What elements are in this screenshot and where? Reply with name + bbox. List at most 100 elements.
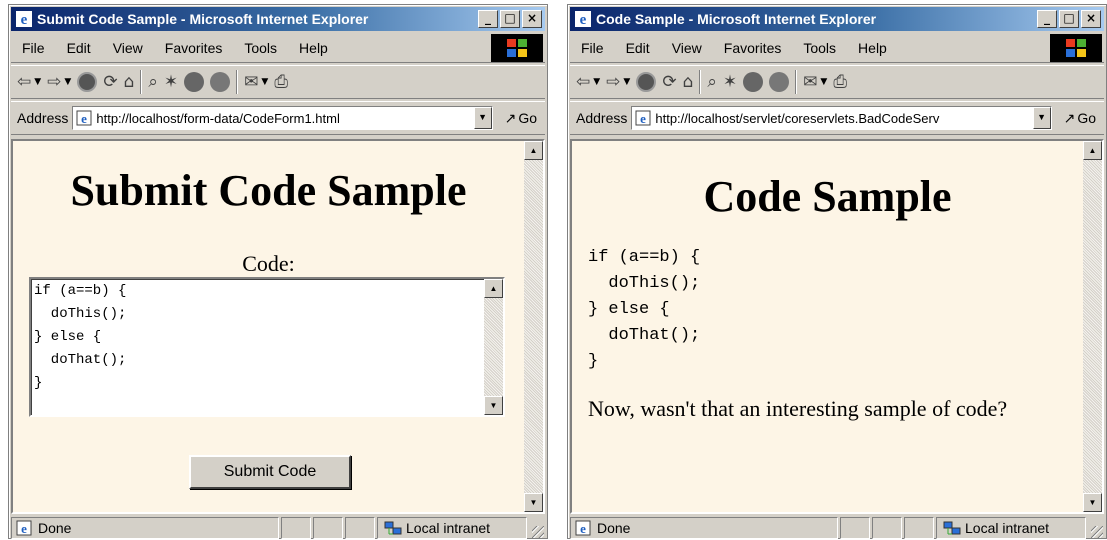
favorites-icon[interactable]: ✶ (164, 72, 178, 92)
stop-icon[interactable] (636, 72, 657, 92)
zone-text: Local intranet (406, 520, 491, 536)
page-icon: e (76, 110, 92, 126)
title-bar[interactable]: e Submit Code Sample - Microsoft Interne… (11, 7, 545, 31)
stop-icon[interactable] (77, 72, 98, 92)
scroll-up-icon[interactable]: ▲ (1083, 141, 1102, 160)
page-content: Code Sample if (a==b) { doThis(); } else… (570, 139, 1104, 514)
address-input[interactable]: e http://localhost/form-data/CodeForm1.h… (72, 106, 493, 130)
menu-tools[interactable]: Tools (233, 40, 288, 56)
go-arrow-icon: ↗ (504, 109, 517, 126)
go-label: Go (518, 110, 537, 126)
home-icon[interactable]: ⌂ (124, 72, 135, 92)
go-button[interactable]: ↗ Go (505, 110, 537, 127)
go-label: Go (1077, 110, 1096, 126)
local-intranet-icon (943, 521, 961, 535)
search-icon[interactable]: ⌕ (707, 72, 717, 92)
page-heading: Submit Code Sample (70, 166, 467, 215)
ie-logo-icon: e (16, 11, 32, 28)
menu-edit[interactable]: Edit (56, 40, 102, 56)
submit-code-button[interactable]: Submit Code (189, 455, 351, 489)
menu-file[interactable]: File (11, 40, 56, 56)
title-bar[interactable]: e Code Sample - Microsoft Internet Explo… (570, 7, 1104, 31)
close-button[interactable]: × (522, 10, 542, 28)
code-textarea[interactable]: if (a==b) { doThis(); } else { doThat();… (29, 277, 505, 417)
refresh-icon[interactable]: ⟳ (662, 72, 676, 92)
windows-logo-icon (1050, 33, 1102, 62)
page-heading: Code Sample (703, 172, 952, 221)
status-bar: e Done Local intranet (11, 516, 545, 540)
menu-view[interactable]: View (102, 40, 154, 56)
resize-grip-icon[interactable] (1088, 517, 1104, 539)
go-button[interactable]: ↗ Go (1064, 110, 1096, 127)
address-dropdown-icon[interactable]: ▼ (473, 107, 492, 129)
page-scrollbar[interactable]: ▲ ▼ (1083, 141, 1102, 512)
scroll-up-icon[interactable]: ▲ (484, 279, 503, 298)
status-pane (840, 517, 870, 539)
scroll-down-icon[interactable]: ▼ (484, 396, 503, 415)
address-dropdown-icon[interactable]: ▼ (1032, 107, 1051, 129)
page-done-icon: e (16, 520, 32, 536)
status-pane (281, 517, 311, 539)
forward-icon[interactable]: ⇨ ▼ (47, 72, 71, 92)
address-input[interactable]: e http://localhost/servlet/coreservlets.… (631, 106, 1052, 130)
menu-tools[interactable]: Tools (792, 40, 847, 56)
menu-help[interactable]: Help (847, 40, 898, 56)
status-pane (345, 517, 375, 539)
textarea-scrollbar[interactable]: ▲ ▼ (484, 279, 503, 415)
toolbar-separator (699, 70, 702, 94)
code-text: if (a==b) { doThis(); } else { doThat();… (588, 248, 701, 371)
svg-text:e: e (21, 521, 27, 536)
menu-bar: File Edit View Favorites Tools Help (570, 33, 1104, 63)
minimize-button[interactable]: _ (478, 10, 498, 28)
browser-window-left: e Submit Code Sample - Microsoft Interne… (8, 4, 548, 539)
window-title: Code Sample - Microsoft Internet Explore… (596, 11, 877, 27)
print-icon[interactable]: ⎙ (833, 72, 847, 92)
page-scrollbar[interactable]: ▲ ▼ (524, 141, 543, 512)
scroll-down-icon[interactable]: ▼ (524, 493, 543, 512)
history-icon[interactable] (210, 72, 231, 92)
maximize-button[interactable]: □ (500, 10, 520, 28)
print-icon[interactable]: ⎙ (274, 72, 288, 92)
back-icon[interactable]: ⇦ ▼ (576, 72, 600, 92)
close-button[interactable]: × (1081, 10, 1101, 28)
address-url[interactable]: http://localhost/form-data/CodeForm1.htm… (96, 111, 473, 126)
minimize-button[interactable]: _ (1037, 10, 1057, 28)
status-pane (313, 517, 343, 539)
scroll-down-icon[interactable]: ▼ (1083, 493, 1102, 512)
favorites-icon[interactable]: ✶ (723, 72, 737, 92)
window-title: Submit Code Sample - Microsoft Internet … (37, 11, 369, 27)
mail-icon[interactable]: ✉ ▼ (244, 72, 268, 92)
status-pane (872, 517, 902, 539)
search-icon[interactable]: ⌕ (148, 72, 158, 92)
menu-edit[interactable]: Edit (615, 40, 661, 56)
zone-text: Local intranet (965, 520, 1050, 536)
menu-file[interactable]: File (570, 40, 615, 56)
page-content: Submit Code Sample Code: if (a==b) { doT… (11, 139, 545, 514)
status-text: Done (597, 520, 631, 536)
address-label: Address (576, 110, 628, 126)
address-url[interactable]: http://localhost/servlet/coreservlets.Ba… (655, 111, 1032, 126)
mail-icon[interactable]: ✉ ▼ (803, 72, 827, 92)
resize-grip-icon[interactable] (529, 517, 545, 539)
ie-logo-icon: e (575, 11, 591, 28)
scroll-up-icon[interactable]: ▲ (524, 141, 543, 160)
back-icon[interactable]: ⇦ ▼ (17, 72, 41, 92)
menu-favorites[interactable]: Favorites (154, 40, 234, 56)
forward-icon[interactable]: ⇨ ▼ (606, 72, 630, 92)
menu-help[interactable]: Help (288, 40, 339, 56)
refresh-icon[interactable]: ⟳ (103, 72, 117, 92)
code-display: if (a==b) { doThis(); } else { doThat();… (588, 245, 700, 375)
menu-favorites[interactable]: Favorites (713, 40, 793, 56)
menu-view[interactable]: View (661, 40, 713, 56)
home-icon[interactable]: ⌂ (683, 72, 694, 92)
toolbar: ⇦ ▼ ⇨ ▼ ⟳ ⌂ ⌕ ✶ ✉ ▼ ⎙ (11, 65, 545, 99)
page-icon: e (635, 110, 651, 126)
media-icon[interactable] (184, 72, 205, 92)
media-icon[interactable] (743, 72, 764, 92)
maximize-button[interactable]: □ (1059, 10, 1079, 28)
svg-text:e: e (580, 12, 587, 28)
svg-text:e: e (640, 111, 646, 126)
code-textarea-value[interactable]: if (a==b) { doThis(); } else { doThat();… (31, 279, 503, 395)
history-icon[interactable] (769, 72, 790, 92)
local-intranet-icon (384, 521, 402, 535)
